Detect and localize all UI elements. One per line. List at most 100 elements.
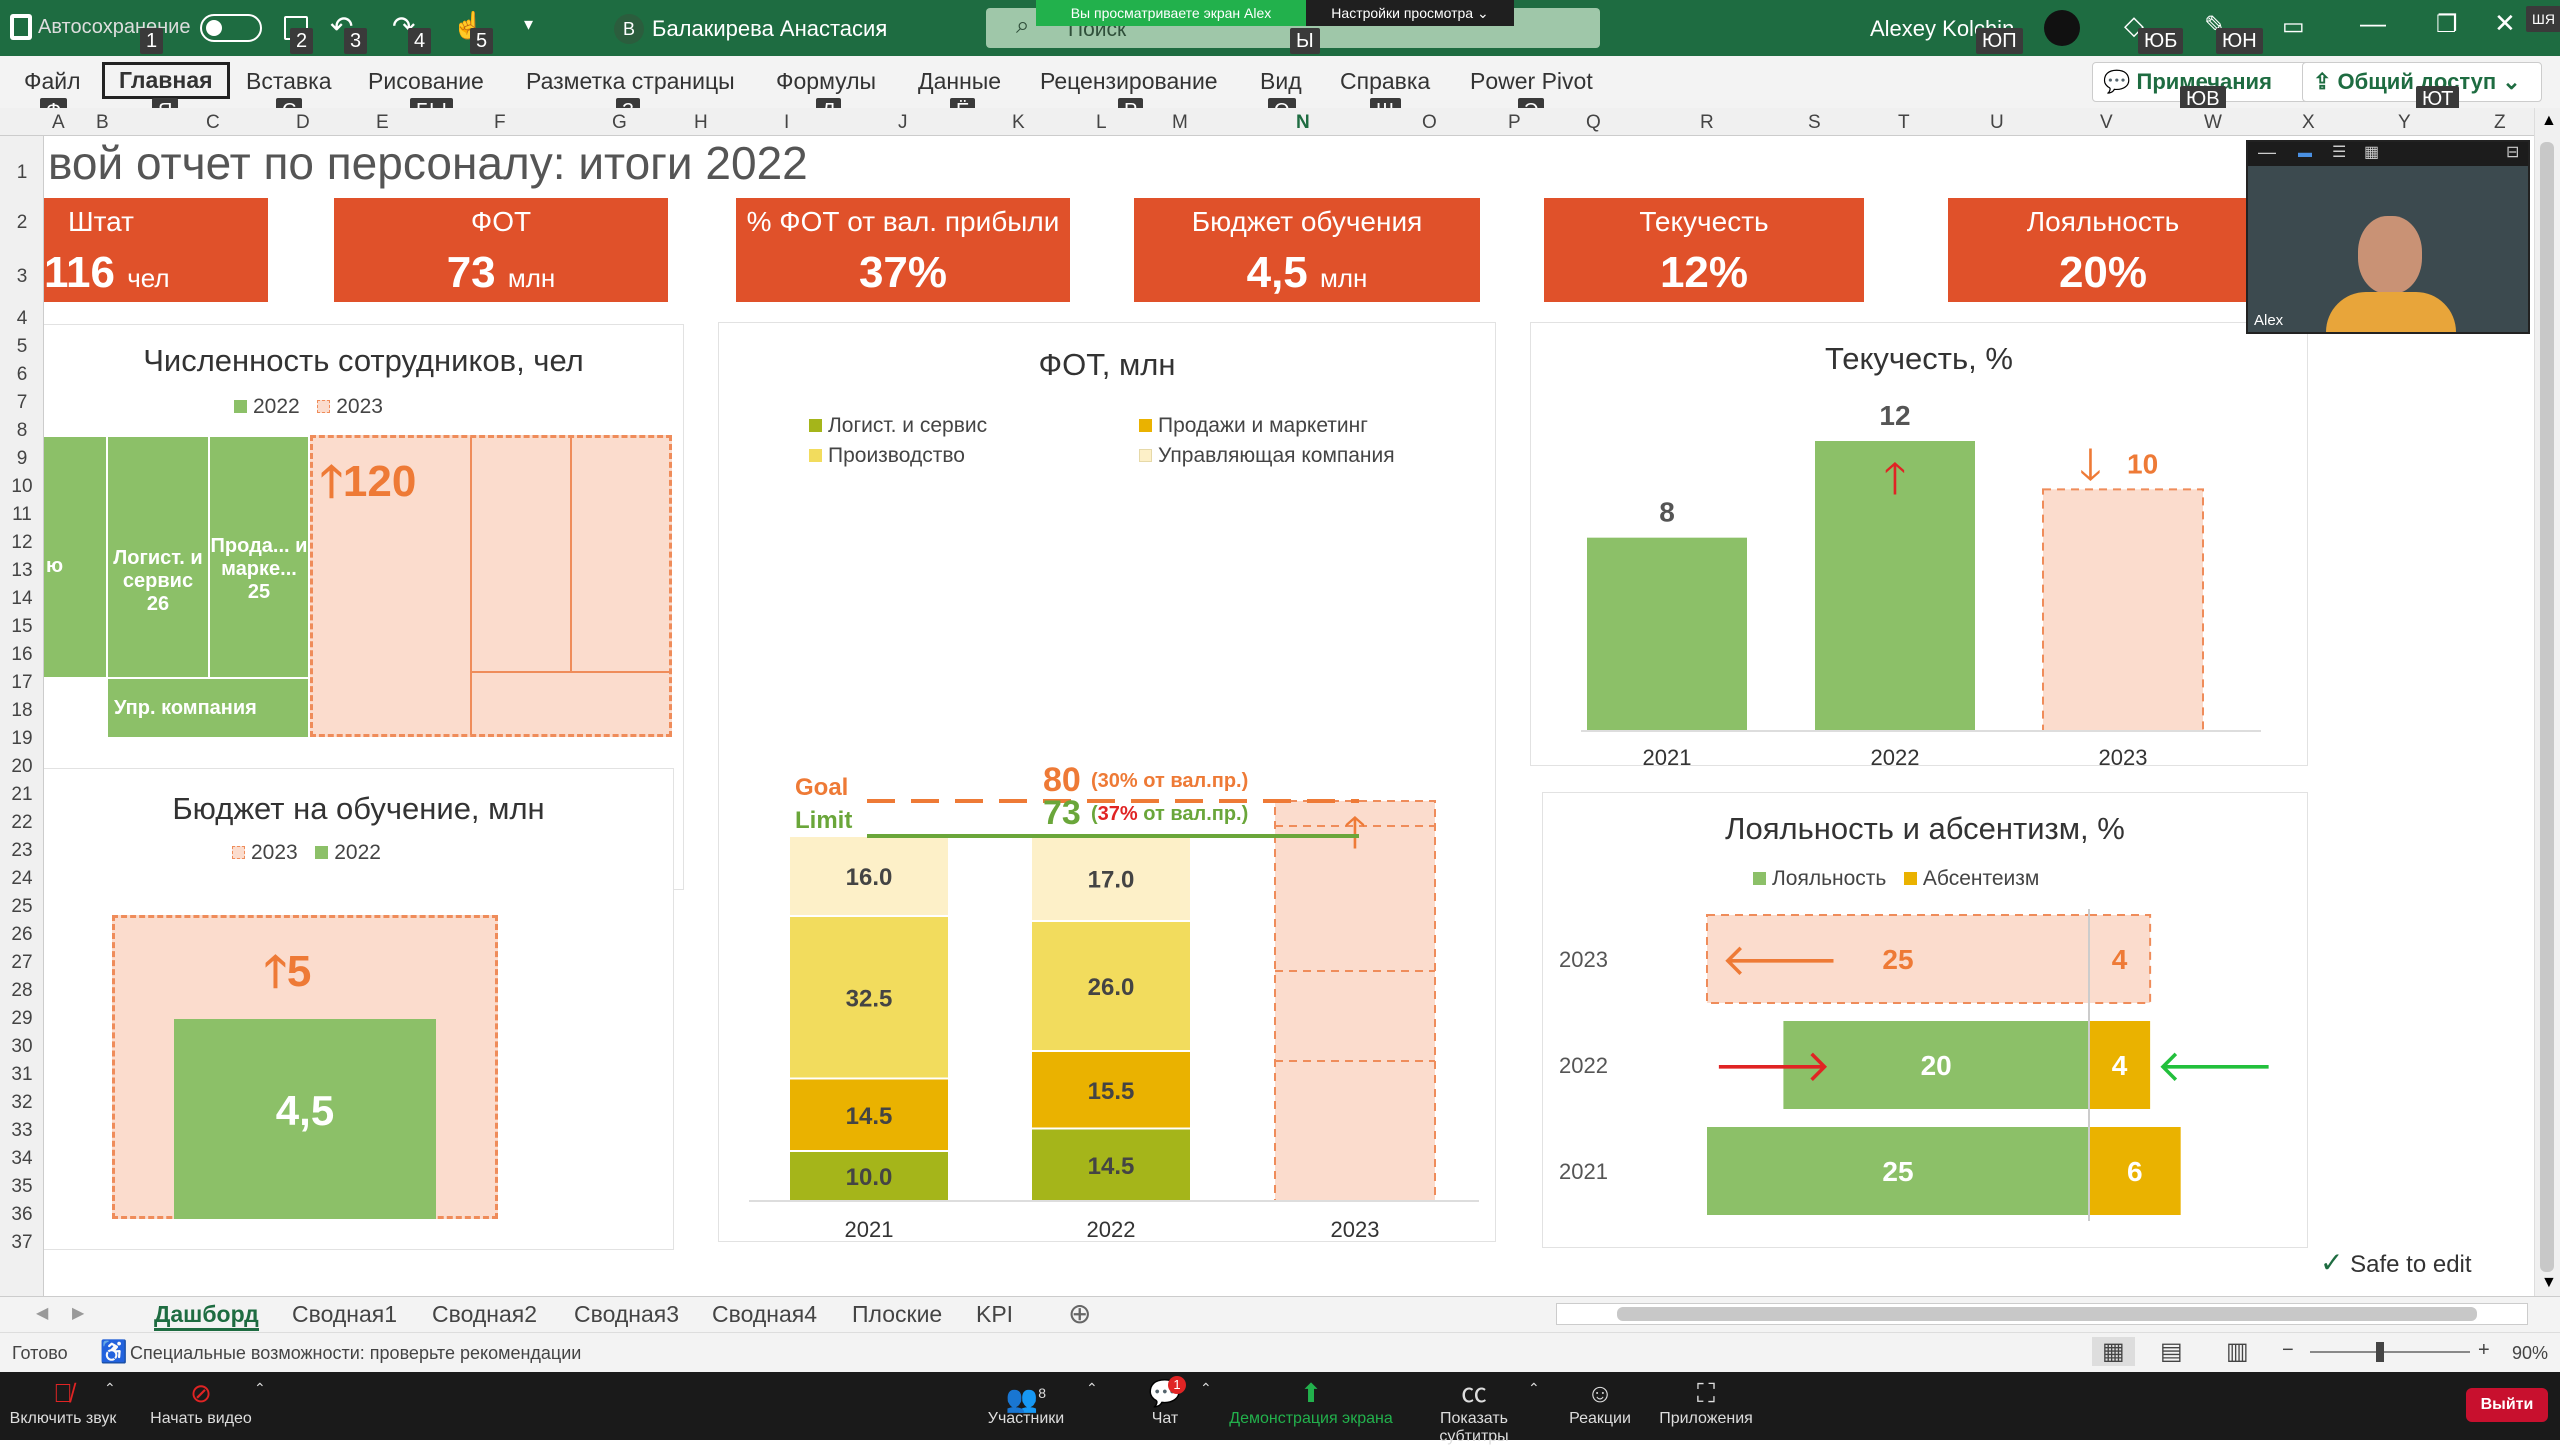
row-15[interactable]: 15: [0, 616, 44, 638]
worksheet[interactable]: вой отчет по персоналу: итоги 2022 Штат …: [44, 136, 2534, 1296]
sheet-tab-flat[interactable]: Плоские: [852, 1301, 942, 1328]
participants-button[interactable]: 👥8 Участники: [970, 1376, 1082, 1428]
row-7[interactable]: 7: [0, 392, 44, 414]
zoom-level[interactable]: 90%: [2512, 1343, 2548, 1364]
start-video-button[interactable]: ⊘ Начать видео: [146, 1376, 256, 1428]
tab-formulas[interactable]: Формулы: [776, 68, 876, 95]
col-d[interactable]: D: [296, 112, 310, 134]
row-8[interactable]: 8: [0, 420, 44, 442]
row-2[interactable]: 2: [0, 212, 44, 234]
leave-button[interactable]: Выйти: [2466, 1388, 2548, 1422]
sheet-tab-pivot2[interactable]: Сводная2: [432, 1301, 537, 1328]
row-20[interactable]: 20: [0, 756, 44, 778]
row-35[interactable]: 35: [0, 1176, 44, 1198]
col-z[interactable]: Z: [2494, 112, 2506, 134]
row-26[interactable]: 26: [0, 924, 44, 946]
row-30[interactable]: 30: [0, 1036, 44, 1058]
col-h[interactable]: H: [694, 112, 708, 134]
row-11[interactable]: 11: [0, 504, 44, 526]
speaker-view-icon[interactable]: ▬: [2298, 144, 2312, 160]
sheet-tab-dashboard[interactable]: Дашборд: [154, 1301, 259, 1331]
row-32[interactable]: 32: [0, 1092, 44, 1114]
row-3[interactable]: 3: [0, 266, 44, 288]
scroll-thumb[interactable]: [2540, 142, 2554, 1272]
share-screen-button[interactable]: ⬆ Демонстрация экрана: [1226, 1376, 1396, 1428]
col-m[interactable]: M: [1172, 112, 1188, 134]
grid-view-icon[interactable]: ▦: [2364, 142, 2379, 162]
apps-button[interactable]: ⛶ Приложения: [1656, 1376, 1756, 1428]
accessibility-icon[interactable]: ♿: [100, 1339, 127, 1365]
tab-help[interactable]: Справка: [1340, 68, 1430, 95]
tab-insert[interactable]: Вставка: [246, 68, 332, 95]
scroll-down-icon[interactable]: ▼: [2541, 1274, 2557, 1292]
row-24[interactable]: 24: [0, 868, 44, 890]
row-13[interactable]: 13: [0, 560, 44, 582]
sheet-tab-pivot4[interactable]: Сводная4: [712, 1301, 817, 1328]
horizontal-scrollbar[interactable]: [1556, 1303, 2528, 1325]
row-33[interactable]: 33: [0, 1120, 44, 1142]
row-27[interactable]: 27: [0, 952, 44, 974]
row-9[interactable]: 9: [0, 448, 44, 470]
row-25[interactable]: 25: [0, 896, 44, 918]
video-options-icon[interactable]: ⌃: [254, 1380, 266, 1397]
normal-view-icon[interactable]: ▦: [2092, 1337, 2135, 1366]
chat-options-icon[interactable]: ⌃: [1200, 1380, 1212, 1397]
ribbon-display-icon[interactable]: ▭: [2282, 12, 2305, 41]
sheet-tab-pivot1[interactable]: Сводная1: [292, 1301, 397, 1328]
participant-video[interactable]: — ▬ ☰ ▦ ⊟ Alex: [2246, 140, 2530, 334]
col-p[interactable]: P: [1508, 112, 1521, 134]
row-28[interactable]: 28: [0, 980, 44, 1002]
row-31[interactable]: 31: [0, 1064, 44, 1086]
reactions-button[interactable]: ☺ Реакции: [1560, 1376, 1640, 1428]
customize-qat-icon[interactable]: ▾: [524, 14, 533, 35]
participants-options-icon[interactable]: ⌃: [1086, 1380, 1098, 1397]
unmute-button[interactable]: 🎙̸ Включить звук: [8, 1376, 118, 1428]
row-37[interactable]: 37: [0, 1232, 44, 1254]
row-23[interactable]: 23: [0, 840, 44, 862]
row-29[interactable]: 29: [0, 1008, 44, 1030]
row-22[interactable]: 22: [0, 812, 44, 834]
row-6[interactable]: 6: [0, 364, 44, 386]
tab-page-layout[interactable]: Разметка страницы: [526, 68, 735, 95]
row-18[interactable]: 18: [0, 700, 44, 722]
row-5[interactable]: 5: [0, 336, 44, 358]
restore-icon[interactable]: ❐: [2436, 10, 2458, 39]
row-36[interactable]: 36: [0, 1204, 44, 1226]
col-v[interactable]: V: [2100, 112, 2113, 134]
add-sheet-icon[interactable]: ⊕: [1068, 1297, 1091, 1330]
row-4[interactable]: 4: [0, 308, 44, 330]
tab-view[interactable]: Вид: [1260, 68, 1302, 95]
captions-options-icon[interactable]: ⌃: [1528, 1380, 1540, 1397]
audio-options-icon[interactable]: ⌃: [104, 1380, 116, 1397]
row-17[interactable]: 17: [0, 672, 44, 694]
turnover-panel[interactable]: Текучесть, % 2021 8 2022 12 🡑 2023 🡓 10: [1530, 322, 2308, 767]
tab-draw[interactable]: Рисование: [368, 68, 484, 95]
prev-sheet-icon[interactable]: ◀: [36, 1303, 48, 1323]
row-1[interactable]: 1: [0, 162, 44, 184]
zoom-out-icon[interactable]: −: [2282, 1339, 2294, 1362]
col-e[interactable]: E: [376, 112, 389, 134]
page-layout-icon[interactable]: ▤: [2160, 1337, 2183, 1366]
col-s[interactable]: S: [1808, 112, 1821, 134]
zoom-in-icon[interactable]: +: [2478, 1339, 2490, 1362]
col-l[interactable]: L: [1096, 112, 1107, 134]
col-o[interactable]: O: [1422, 112, 1437, 134]
col-j[interactable]: J: [898, 112, 908, 134]
user-avatar[interactable]: [2044, 10, 2080, 46]
accessibility-status[interactable]: Специальные возможности: проверьте реком…: [130, 1343, 581, 1364]
col-i[interactable]: I: [784, 112, 789, 134]
view-settings-button[interactable]: Настройки просмотра ⌄: [1306, 0, 1514, 26]
scroll-up-icon[interactable]: ▲: [2541, 112, 2557, 130]
minimize-icon[interactable]: —: [2360, 8, 2386, 39]
vertical-scrollbar[interactable]: ▲ ▼: [2534, 108, 2560, 1296]
row-12[interactable]: 12: [0, 532, 44, 554]
col-t[interactable]: T: [1898, 112, 1910, 134]
col-a[interactable]: A: [52, 112, 65, 134]
h-scroll-thumb[interactable]: [1617, 1307, 2477, 1321]
col-u[interactable]: U: [1990, 112, 2004, 134]
autosave-toggle[interactable]: [200, 14, 262, 42]
row-21[interactable]: 21: [0, 784, 44, 806]
gallery-view-icon[interactable]: ☰: [2332, 142, 2346, 162]
chat-button[interactable]: 💬 Чат: [1130, 1376, 1200, 1428]
col-f[interactable]: F: [494, 112, 506, 134]
